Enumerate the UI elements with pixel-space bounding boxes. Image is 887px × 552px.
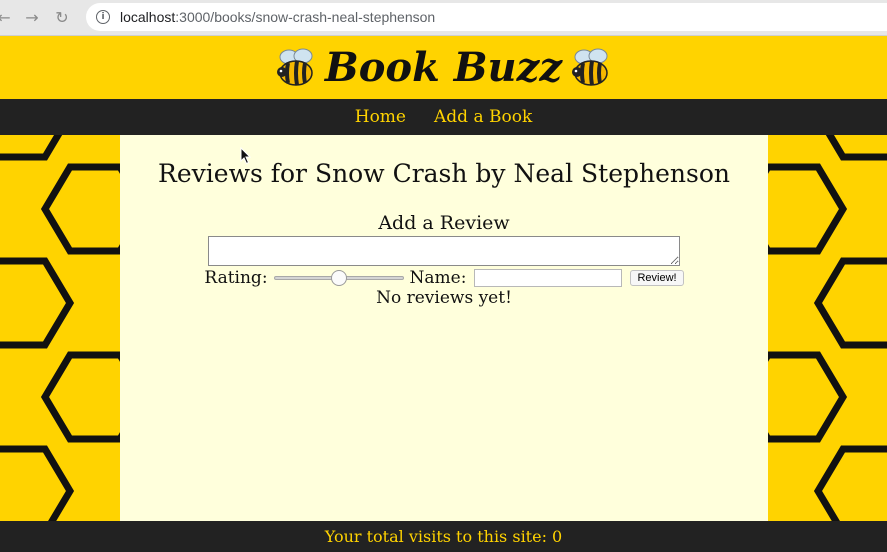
site-header: Book Buzz	[0, 36, 887, 99]
reload-icon[interactable]: ↻	[52, 7, 72, 27]
mouse-cursor-icon	[240, 147, 252, 165]
review-form-row: Rating: Name: Review!	[120, 268, 768, 288]
rating-label: Rating:	[204, 268, 268, 288]
rating-slider[interactable]	[273, 270, 404, 286]
honeycomb-pattern	[768, 135, 887, 521]
review-textarea[interactable]	[208, 236, 680, 266]
main-content: Reviews for Snow Crash by Neal Stephenso…	[120, 135, 768, 521]
page-title: Reviews for Snow Crash by Neal Stephenso…	[158, 159, 730, 188]
nav-add-book-link[interactable]: Add a Book	[434, 107, 532, 127]
bee-icon	[276, 48, 313, 86]
no-reviews-message: No reviews yet!	[376, 288, 512, 308]
back-arrow-icon[interactable]: ←	[0, 7, 14, 27]
honeycomb-left	[0, 135, 120, 521]
honeycomb-right	[768, 135, 887, 521]
review-submit-button[interactable]: Review!	[630, 270, 684, 286]
url-host: localhost	[120, 9, 176, 25]
site-footer: Your total visits to this site: 0	[0, 521, 887, 552]
site-nav: Home Add a Book	[0, 99, 887, 135]
slider-thumb[interactable]	[330, 270, 347, 286]
site-brand[interactable]: Book Buzz	[325, 44, 562, 91]
forward-arrow-icon[interactable]: →	[22, 7, 42, 27]
name-input[interactable]	[474, 269, 623, 287]
url-path: :3000/books/snow-crash-neal-stephenson	[175, 9, 436, 25]
name-label: Name:	[409, 268, 467, 288]
info-icon[interactable]: i	[96, 10, 110, 24]
honeycomb-pattern	[0, 135, 120, 521]
nav-home-link[interactable]: Home	[355, 107, 406, 127]
add-review-heading: Add a Review	[378, 212, 510, 234]
bee-icon	[572, 48, 608, 86]
visit-counter: Your total visits to this site: 0	[324, 527, 563, 546]
browser-toolbar: ← → ↻ i localhost:3000/books/snow-crash-…	[0, 0, 887, 36]
address-bar[interactable]: i localhost:3000/books/snow-crash-neal-s…	[86, 3, 887, 31]
